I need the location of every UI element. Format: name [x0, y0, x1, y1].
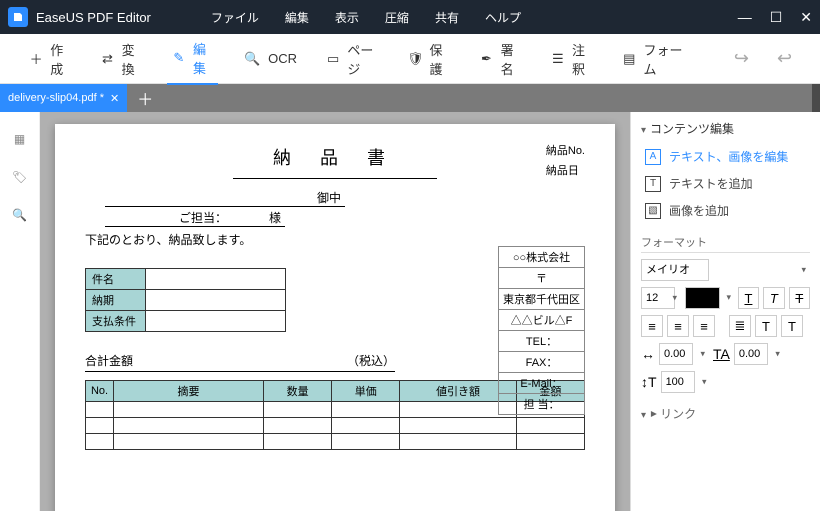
char-scale-icon: TA — [713, 346, 730, 362]
char-scale-input[interactable] — [734, 343, 768, 365]
convert-icon: ⇄ — [99, 49, 115, 69]
shield-icon: 🛡 — [407, 49, 424, 69]
font-size-input[interactable] — [641, 287, 675, 309]
tab-add-button[interactable]: ＋ — [127, 84, 163, 112]
text-icon: T — [645, 176, 661, 192]
delivery-no-label: 納品No. — [546, 142, 585, 158]
add-image-button[interactable]: ▧画像を追加 — [641, 197, 810, 224]
ocr-icon: 🔍 — [242, 49, 262, 69]
align-center-button[interactable]: ≡ — [667, 315, 689, 337]
tool-form[interactable]: ▤フォーム — [617, 34, 690, 84]
document-tab[interactable]: delivery-slip04.pdf * ✕ — [0, 84, 127, 112]
undo-icon[interactable]: ↩ — [773, 44, 796, 73]
pdf-page[interactable]: 納 品 書 納品No. 納品日 御中 ご担当： 様 下記のとおり、納品致します。… — [55, 124, 615, 511]
content-edit-section[interactable]: コンテンツ編集 — [641, 120, 810, 137]
align-right-button[interactable]: ≡ — [693, 315, 715, 337]
text-image-icon: A — [645, 149, 661, 165]
menu-help[interactable]: ヘルプ — [485, 9, 521, 26]
doc-title: 納 品 書 — [273, 144, 397, 174]
align-left-button[interactable]: ≡ — [641, 315, 663, 337]
delivery-date-label: 納品日 — [546, 162, 585, 178]
image-icon: ▧ — [645, 203, 661, 219]
onchu-line: 御中 — [105, 189, 345, 207]
window-maximize-icon[interactable]: ☐ — [770, 9, 783, 26]
format-section-title: フォーマット — [641, 234, 810, 253]
font-select[interactable]: メイリオ — [641, 259, 709, 281]
search-icon[interactable]: 🔍 — [12, 208, 27, 222]
strike-button[interactable]: T — [789, 287, 810, 309]
annotate-icon: ☰ — [550, 49, 566, 69]
add-text-button[interactable]: Tテキストを追加 — [641, 170, 810, 197]
sum-row: 合計金額（税込） — [85, 352, 395, 372]
side-panel: コンテンツ編集 Aテキスト、画像を編集 Tテキストを追加 ▧画像を追加 フォーマ… — [630, 112, 820, 511]
window-close-icon[interactable]: ✕ — [800, 9, 812, 26]
tab-label: delivery-slip04.pdf * — [8, 92, 104, 104]
italic-button[interactable]: T — [763, 287, 784, 309]
tool-sign[interactable]: ✒署名 — [474, 34, 525, 84]
plus-icon: ＋ — [28, 49, 44, 69]
form-icon: ▤ — [621, 49, 637, 69]
tab-close-icon[interactable]: ✕ — [110, 92, 119, 105]
menu-file[interactable]: ファイル — [211, 9, 259, 26]
tool-create[interactable]: ＋作成 — [24, 34, 75, 84]
window-minimize-icon[interactable]: — — [738, 9, 752, 26]
link-section[interactable]: ▾リンク — [641, 405, 810, 422]
tabs-overflow — [812, 84, 820, 112]
sign-icon: ✒ — [478, 49, 494, 69]
edit-text-image-button[interactable]: Aテキスト、画像を編集 — [641, 143, 810, 170]
line-height-input[interactable] — [661, 371, 695, 393]
tool-protect[interactable]: 🛡保護 — [403, 34, 454, 84]
superscript-button[interactable]: T — [755, 315, 777, 337]
subscript-button[interactable]: T — [781, 315, 803, 337]
menu-share[interactable]: 共有 — [435, 9, 459, 26]
company-address: ○○株式会社〒東京都千代田区△△ビル△FTEL：FAX：E-Mail：担 当： — [498, 246, 585, 414]
line-height-icon: ↕T — [641, 374, 657, 390]
letter-spacing-icon: ↔ — [641, 346, 655, 362]
document-view[interactable]: 納 品 書 納品No. 納品日 御中 ご担当： 様 下記のとおり、納品致します。… — [40, 112, 630, 511]
tool-convert[interactable]: ⇄変換 — [95, 34, 146, 84]
app-logo — [8, 7, 28, 27]
menu-compress[interactable]: 圧縮 — [385, 9, 409, 26]
pencil-icon: ✎ — [171, 48, 187, 68]
menu-view[interactable]: 表示 — [335, 9, 359, 26]
info-table: 件名 納期 支払条件 — [85, 268, 286, 332]
tool-page[interactable]: ▭ページ — [321, 34, 383, 84]
tool-annotate[interactable]: ☰注釈 — [546, 34, 597, 84]
tag-icon[interactable]: 🏷 — [12, 170, 27, 184]
underline-button[interactable]: T — [738, 287, 759, 309]
tool-ocr[interactable]: 🔍OCR — [238, 43, 301, 75]
color-swatch[interactable] — [685, 287, 720, 309]
letter-spacing-input[interactable] — [659, 343, 693, 365]
tanto-line: ご担当： 様 — [105, 209, 285, 227]
redo-icon[interactable]: ↪ — [730, 44, 753, 73]
menu-edit[interactable]: 編集 — [285, 9, 309, 26]
page-icon: ▭ — [325, 49, 341, 69]
justify-button[interactable]: ≣ — [729, 315, 751, 337]
tool-edit[interactable]: ✎編集 — [167, 33, 218, 85]
app-title: EaseUS PDF Editor — [36, 10, 151, 25]
thumbnail-icon[interactable]: ▦ — [14, 132, 25, 146]
